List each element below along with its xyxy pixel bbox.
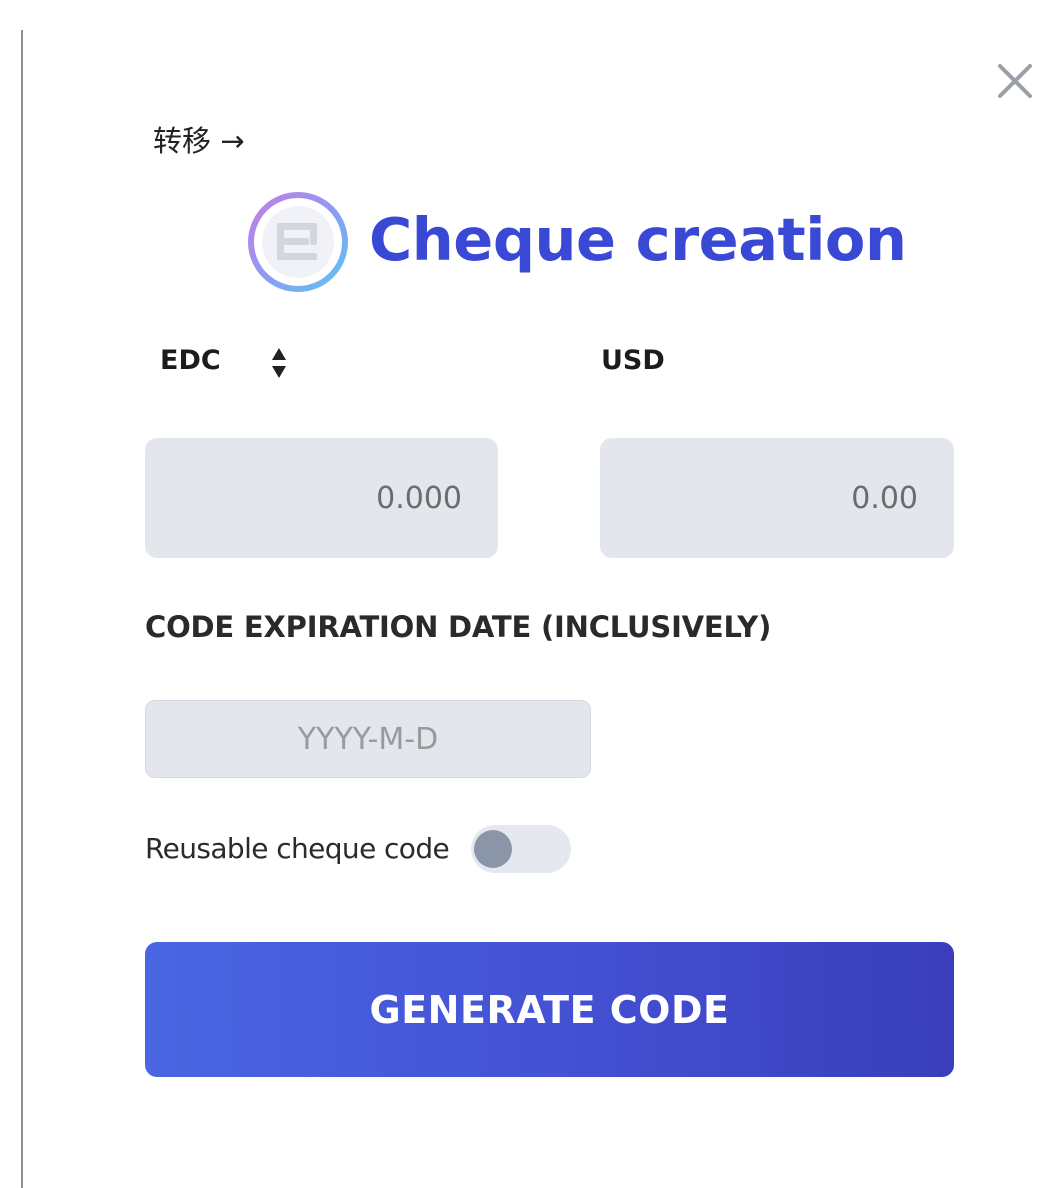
page-title: Cheque creation [369, 205, 907, 274]
reusable-code-label: Reusable cheque code [145, 832, 450, 865]
close-icon [998, 64, 1032, 98]
panel-left-border [21, 30, 23, 1188]
edc-coin-logo-icon [246, 190, 350, 294]
expiration-date-input[interactable] [145, 700, 591, 778]
generate-code-button[interactable]: GENERATE CODE [145, 942, 954, 1077]
usd-amount-input[interactable] [600, 438, 954, 558]
close-button[interactable] [994, 58, 1038, 102]
toggle-knob [474, 830, 512, 868]
edc-amount-input[interactable] [145, 438, 498, 558]
usd-currency-label: USD [601, 345, 665, 376]
edc-currency-label: EDC [160, 345, 221, 376]
transfer-link[interactable]: 转移 → [153, 118, 245, 160]
sort-updown-icon[interactable] [270, 346, 288, 380]
expiration-date-label: CODE EXPIRATION DATE (INCLUSIVELY) [145, 610, 772, 644]
reusable-code-toggle[interactable] [471, 825, 571, 873]
